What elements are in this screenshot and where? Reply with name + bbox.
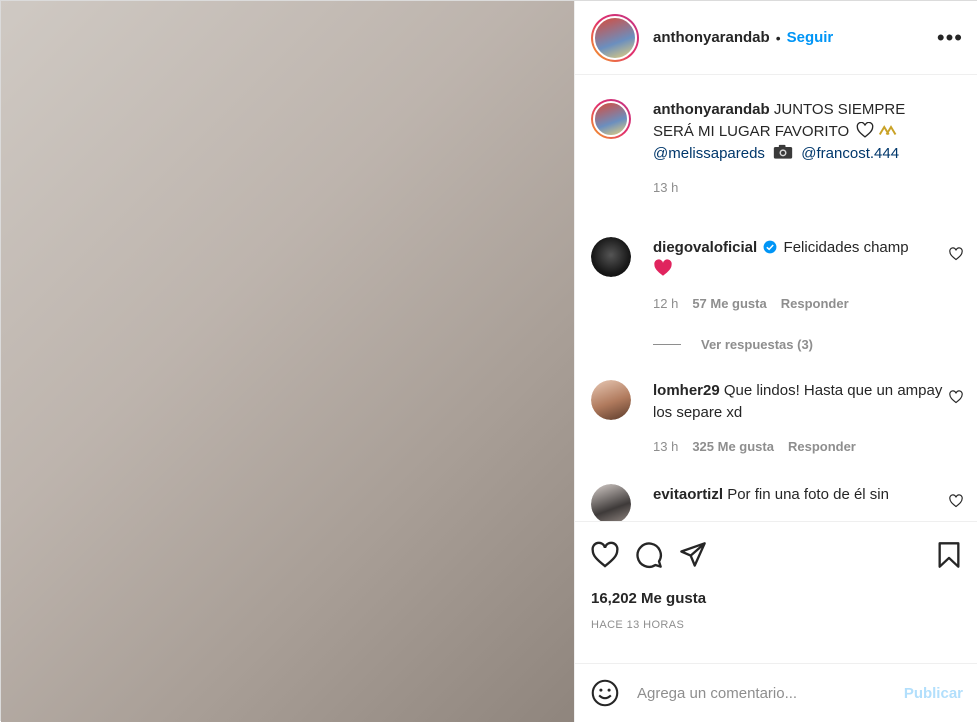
post-actions: 16,202 Me gusta HACE 13 HORAS bbox=[575, 521, 977, 663]
post-header: anthonyarandab • Seguir ••• bbox=[575, 1, 977, 75]
comment-bubble-icon[interactable] bbox=[635, 541, 663, 569]
action-icons bbox=[591, 522, 963, 588]
comment-body: diegovaloficial Felicidades champ 12 h 5… bbox=[653, 237, 943, 315]
comment-row: diegovaloficial Felicidades champ 12 h 5… bbox=[591, 237, 963, 315]
verified-badge-icon bbox=[763, 240, 777, 254]
follow-button[interactable]: Seguir bbox=[787, 29, 834, 46]
comment-username[interactable]: diegovaloficial bbox=[653, 239, 757, 256]
comment-time[interactable]: 13 h bbox=[653, 436, 678, 458]
comment-body: lomher29 Que lindos! Hasta que un ampay … bbox=[653, 380, 943, 458]
like-comment-icon[interactable] bbox=[949, 247, 963, 261]
emoji-smiley-icon[interactable] bbox=[591, 679, 619, 707]
camera-icon bbox=[773, 144, 793, 159]
comment-text: Por fin una foto de él sin bbox=[727, 486, 889, 503]
commenter-avatar[interactable] bbox=[591, 484, 631, 521]
post-timestamp[interactable]: HACE 13 HORAS bbox=[591, 619, 963, 631]
reply-button[interactable]: Responder bbox=[781, 293, 849, 315]
comment-time[interactable]: 12 h bbox=[653, 293, 678, 315]
caption-username[interactable]: anthonyarandab bbox=[653, 101, 770, 118]
caption-mention-1[interactable]: @melissapareds bbox=[653, 145, 765, 162]
author-avatar[interactable] bbox=[591, 13, 639, 62]
comment-row: lomher29 Que lindos! Hasta que un ampay … bbox=[591, 380, 963, 458]
publish-button[interactable]: Publicar bbox=[904, 685, 963, 702]
add-comment-bar: Agrega un comentario... Publicar bbox=[575, 663, 977, 722]
author-username[interactable]: anthonyarandab bbox=[653, 29, 770, 46]
caption-body: anthonyarandab JUNTOS SIEMPRE SERÁ MI LU… bbox=[653, 99, 943, 199]
caption-row: anthonyarandab JUNTOS SIEMPRE SERÁ MI LU… bbox=[591, 99, 963, 199]
comment-text: Felicidades champ bbox=[783, 239, 909, 256]
comment-row: evitaortizl Por fin una foto de él sin bbox=[591, 484, 963, 521]
replies-divider bbox=[653, 344, 681, 345]
commenter-avatar[interactable] bbox=[591, 380, 631, 420]
comments-list[interactable]: anthonyarandab JUNTOS SIEMPRE SERÁ MI LU… bbox=[575, 75, 977, 521]
view-replies-label[interactable]: Ver respuestas (3) bbox=[701, 337, 813, 352]
reply-button[interactable]: Responder bbox=[788, 436, 856, 458]
post-side-panel: anthonyarandab • Seguir ••• anthonyarand… bbox=[574, 1, 977, 722]
caption-mention-2[interactable]: @francost.444 bbox=[801, 145, 899, 162]
save-bookmark-icon[interactable] bbox=[935, 541, 963, 569]
comment-input[interactable]: Agrega un comentario... bbox=[637, 685, 797, 702]
comment-username[interactable]: evitaortizl bbox=[653, 486, 723, 503]
heart-outline-icon bbox=[857, 121, 874, 138]
more-options-icon[interactable]: ••• bbox=[937, 26, 963, 49]
post-image[interactable] bbox=[1, 1, 574, 722]
like-heart-icon[interactable] bbox=[591, 541, 619, 569]
view-replies-button[interactable]: Ver respuestas (3) bbox=[653, 337, 963, 352]
share-paper-plane-icon[interactable] bbox=[679, 541, 707, 569]
chevrons-up-icon bbox=[878, 125, 896, 136]
comment-meta: 13 h 325 Me gusta Responder bbox=[653, 436, 943, 458]
like-comment-icon[interactable] bbox=[949, 390, 963, 404]
comment-meta: 12 h 57 Me gusta Responder bbox=[653, 293, 943, 315]
likes-count[interactable]: 16,202 Me gusta bbox=[591, 590, 963, 607]
caption-meta: 13 h bbox=[653, 177, 943, 199]
comment-likes[interactable]: 57 Me gusta bbox=[692, 293, 766, 315]
caption-avatar[interactable] bbox=[591, 99, 631, 139]
post-dialog: anthonyarandab • Seguir ••• anthonyarand… bbox=[0, 0, 977, 722]
caption-time[interactable]: 13 h bbox=[653, 177, 678, 199]
header-separator: • bbox=[775, 29, 781, 46]
comment-username[interactable]: lomher29 bbox=[653, 382, 720, 399]
comment-body: evitaortizl Por fin una foto de él sin bbox=[653, 484, 943, 521]
comment-likes[interactable]: 325 Me gusta bbox=[692, 436, 774, 458]
like-comment-icon[interactable] bbox=[949, 494, 963, 508]
red-heart-emoji-icon bbox=[654, 259, 672, 276]
commenter-avatar[interactable] bbox=[591, 237, 631, 277]
